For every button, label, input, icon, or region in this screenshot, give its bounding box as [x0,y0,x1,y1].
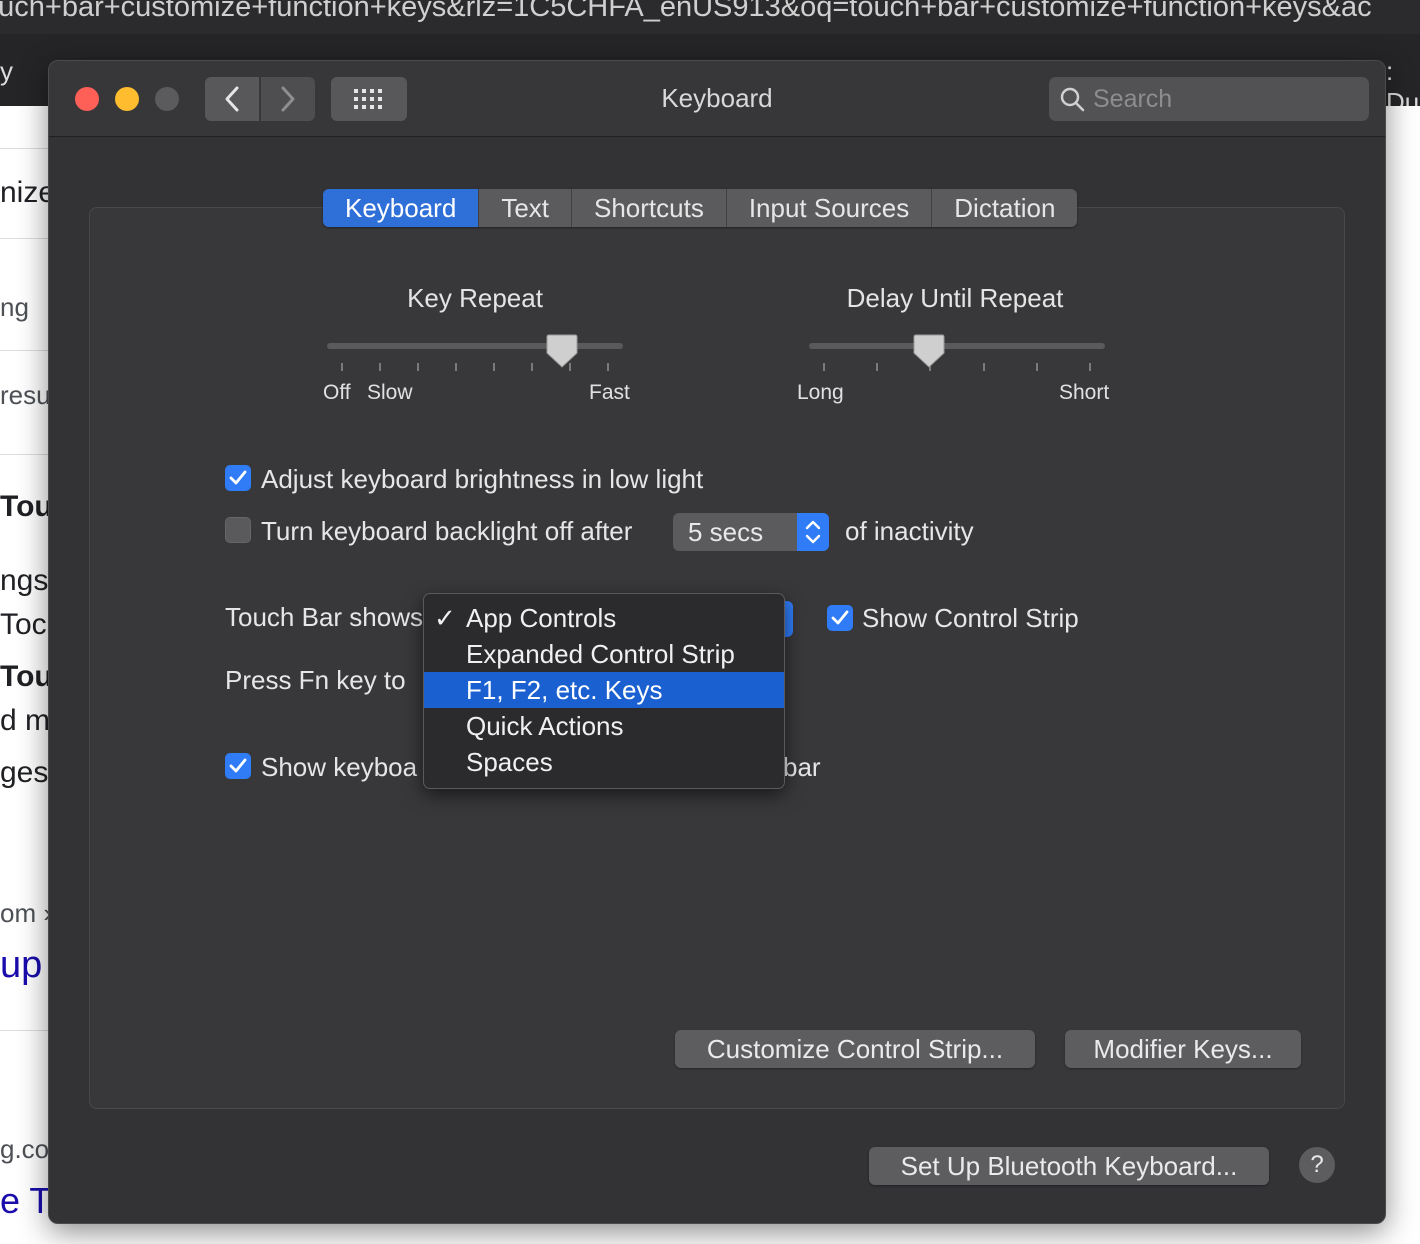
customize-control-strip-button[interactable]: Customize Control Strip... [675,1030,1035,1068]
touch-bar-shows-label: Touch Bar shows [225,602,423,632]
divider [0,454,48,455]
checkmark-icon [229,470,247,485]
page-fragment: Tou [0,490,53,523]
tab-bar: Keyboard Text Shortcuts Input Sources Di… [323,189,1078,227]
menu-item-expanded-control-strip[interactable]: Expanded Control Strip [424,636,784,672]
menu-item-label: Spaces [466,747,553,777]
show-control-strip-label[interactable]: Show Control Strip [862,603,1079,634]
tab-shortcuts[interactable]: Shortcuts [572,189,727,227]
browser-tab-fragment-left[interactable]: y [0,56,13,87]
backlight-off-checkbox[interactable] [225,517,251,543]
key-repeat-track[interactable] [327,343,623,349]
slider-tick [1036,363,1038,371]
slider-tick [341,363,343,371]
slider-tick [1089,363,1091,371]
key-repeat-thumb[interactable] [546,333,578,369]
slider-tick [417,363,419,371]
inactivity-label: of inactivity [845,516,974,546]
modifier-keys-button[interactable]: Modifier Keys... [1065,1030,1301,1068]
delay-track[interactable] [809,343,1105,349]
delay-until-repeat-title: Delay Until Repeat [846,283,1064,313]
page-link-fragment[interactable]: up [0,944,42,987]
divider [0,1030,48,1031]
page-fragment: g.co [0,1134,50,1164]
divider [0,238,48,239]
chevron-up-down-icon [805,520,821,544]
menu-item-label: F1, F2, etc. Keys [466,675,663,705]
delay-long-label: Long [797,381,844,404]
adjust-brightness-checkbox[interactable] [225,465,251,491]
slider-tick [379,363,381,371]
backlight-timeout-value: 5 secs [688,517,764,547]
divider [0,148,48,149]
menu-item-quick-actions[interactable]: Quick Actions [424,708,784,744]
tab-text[interactable]: Text [479,189,572,227]
tab-dictation[interactable]: Dictation [932,189,1077,227]
help-button[interactable]: ? [1299,1147,1335,1183]
page-link-fragment[interactable]: e T [0,1180,51,1222]
show-keyboard-label[interactable]: Show keyboa [261,752,423,783]
checkmark-icon [229,758,247,773]
menu-item-app-controls[interactable]: ✓ App Controls [424,600,784,636]
page-fragment: Tou [0,660,53,693]
search-icon [1060,87,1085,112]
popup-arrows [797,513,829,551]
slider-tick [607,363,609,371]
key-repeat-fast-label: Fast [589,381,630,404]
page-fragment: resu [0,380,51,410]
tab-keyboard[interactable]: Keyboard [323,189,480,227]
page-fragment: om › [0,898,52,928]
tab-input-sources[interactable]: Input Sources [727,189,933,227]
menu-item-label: App Controls [466,603,617,633]
menu-item-spaces[interactable]: Spaces [424,744,784,780]
show-control-strip-checkbox[interactable] [827,605,853,631]
slider-tick [493,363,495,371]
search-field[interactable] [1049,77,1369,121]
page-fragment: d m [0,704,51,737]
checkmark-icon: ✓ [434,603,456,633]
checkmark-icon [831,610,849,625]
show-keyboard-checkbox[interactable] [225,753,251,779]
setup-bluetooth-keyboard-button[interactable]: Set Up Bluetooth Keyboard... [869,1147,1269,1185]
divider [0,350,48,351]
slider-tick [823,363,825,371]
show-keyboard-label-suffix: bar [783,752,821,782]
backlight-timeout-popup[interactable]: 5 secs [673,513,829,551]
page-fragment: ng [0,292,29,322]
menu-item-function-keys[interactable]: F1, F2, etc. Keys [424,672,784,708]
backlight-off-label[interactable]: Turn keyboard backlight off after [261,516,632,547]
delay-until-repeat-thumb[interactable] [913,333,945,369]
delay-short-label: Short [1059,381,1110,404]
adjust-brightness-label[interactable]: Adjust keyboard brightness in low light [261,464,703,495]
menu-item-label: Quick Actions [466,711,624,741]
title-bar: Keyboard [49,61,1385,137]
slider-tick [531,363,533,371]
key-repeat-off-label: Off [323,381,351,404]
key-repeat-title: Key Repeat [407,283,543,313]
menu-item-label: Expanded Control Strip [466,639,735,669]
page-fragment: Toc [0,608,47,641]
search-input[interactable] [1093,77,1353,121]
browser-url-bar[interactable]: ouch+bar+customize+function+keys&rlz=1C5… [0,0,1420,34]
browser-url-text: ouch+bar+customize+function+keys&rlz=1C5… [0,0,1372,23]
slider-tick [455,363,457,371]
key-repeat-slow-label: Slow [367,381,413,404]
touch-bar-shows-menu: ✓ App Controls Expanded Control Strip F1… [423,593,785,789]
slider-tick [983,363,985,371]
press-fn-label: Press Fn key to [225,665,406,695]
slider-tick [876,363,878,371]
keyboard-preferences-window: Keyboard Keyboard Text Shortcuts Input S… [48,60,1386,1224]
page-fragment: nize [0,176,56,209]
page-fragment: ges [0,756,49,789]
